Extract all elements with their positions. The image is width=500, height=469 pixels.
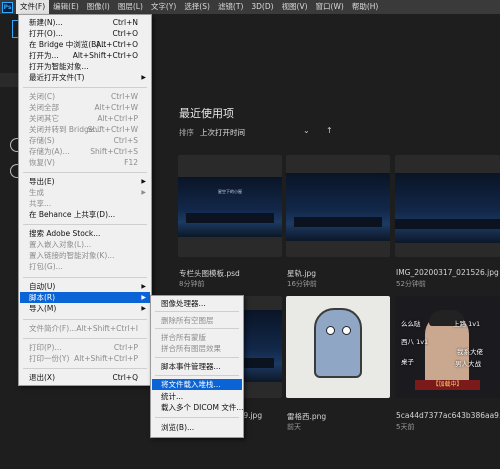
stream-screenshot-image: 么么哒 上路 1v1 西八 1v1 我系大佬 桌子 男人大战 【加载中】 bbox=[395, 296, 500, 398]
sort-label: 排序 bbox=[179, 128, 194, 137]
file-time: 5天前 bbox=[396, 423, 415, 431]
menu-item-file-info[interactable]: 文件简介(F)... Alt+Shift+Ctrl+I bbox=[20, 323, 150, 334]
menu-3d[interactable]: 3D(D) bbox=[247, 0, 277, 14]
file-time: 52分钟前 bbox=[396, 280, 426, 288]
menu-divider bbox=[155, 311, 239, 312]
recent-file-thumb[interactable]: 么么哒 上路 1v1 西八 1v1 我系大佬 桌子 男人大战 【加载中】 bbox=[395, 296, 500, 398]
file-menu: 新建(N)... Ctrl+N 打开(O)... Ctrl+O 在 Bridge 中… bbox=[18, 14, 152, 386]
file-time: 16分钟前 bbox=[287, 280, 317, 288]
menu-item-import[interactable]: 导入(M) ▶ bbox=[20, 303, 150, 314]
menu-item-place-linked[interactable]: 置入链接的智能对象(K)... bbox=[20, 250, 150, 261]
scripts-submenu: 图像处理器... 删除所有空图层 拼合所有蒙版 拼合所有图层效果 脚本事件管理器… bbox=[150, 295, 244, 438]
menu-divider bbox=[23, 224, 147, 225]
recent-file-thumb[interactable]: 星空下的小屋 bbox=[178, 155, 282, 257]
submenu-arrow-icon: ▶ bbox=[141, 189, 146, 196]
menu-layer[interactable]: 图层(L) bbox=[114, 0, 147, 14]
file-time: 8分钟前 bbox=[179, 280, 205, 288]
menu-item-load-dicom[interactable]: 载入多个 DICOM 文件... bbox=[152, 402, 244, 413]
recent-file-thumb[interactable] bbox=[286, 296, 390, 398]
menu-item-close-all[interactable]: 关闭全部 Alt+Ctrl+W bbox=[20, 102, 150, 113]
menu-divider bbox=[23, 319, 147, 320]
photoshop-logo-icon: Ps bbox=[2, 1, 13, 13]
menu-item-browse[interactable]: 浏览(B)... bbox=[152, 422, 242, 433]
menu-item-close-go-bridge[interactable]: 关闭并转到 Bridge... Shift+Ctrl+W bbox=[20, 124, 150, 135]
recent-file-thumb[interactable] bbox=[286, 155, 390, 257]
menu-divider bbox=[23, 338, 147, 339]
menu-item-recent-files[interactable]: 最近打开文件(T) ▶ bbox=[20, 72, 150, 83]
cartoon-dog-image bbox=[286, 296, 390, 398]
menubar: Ps 文件(F) 编辑(E) 图像(I) 图层(L) 文字(Y) 选择(S) 滤… bbox=[0, 0, 500, 14]
menu-divider bbox=[155, 357, 239, 358]
menu-type[interactable]: 文字(Y) bbox=[147, 0, 180, 14]
night-photo-image bbox=[395, 173, 500, 243]
recent-title: 最近使用项 bbox=[179, 107, 234, 120]
menu-item-open[interactable]: 打开(O)... Ctrl+O bbox=[20, 28, 150, 39]
menu-filter[interactable]: 滤镜(T) bbox=[214, 0, 247, 14]
menu-item-save[interactable]: 存储(S) Ctrl+S bbox=[20, 135, 150, 146]
menu-item-new[interactable]: 新建(N)... Ctrl+N bbox=[20, 17, 150, 28]
file-name[interactable]: IMG_20200317_021526.jpg bbox=[396, 268, 499, 277]
menu-divider bbox=[155, 375, 239, 376]
chevron-down-icon[interactable]: ⌄ bbox=[303, 126, 310, 135]
menu-item-flatten-layer-effects[interactable]: 拼合所有图层效果 bbox=[152, 343, 242, 354]
menu-divider bbox=[155, 328, 239, 329]
menu-item-generate[interactable]: 生成 ▶ bbox=[20, 187, 150, 198]
sort-direction-icon[interactable]: ↑ bbox=[326, 126, 333, 135]
menu-item-print-one-copy[interactable]: 打印一份(Y) Alt+Shift+Ctrl+P bbox=[20, 353, 150, 364]
sort-row: 排序 上次打开时间 ⌄ ↑ bbox=[179, 126, 333, 138]
menu-item-open-as[interactable]: 打开为... Alt+Shift+Ctrl+O bbox=[20, 50, 150, 61]
menu-file[interactable]: 文件(F) bbox=[16, 0, 50, 14]
menu-item-delete-empty-layers[interactable]: 删除所有空图层 bbox=[152, 315, 242, 326]
menu-item-scripts[interactable]: 脚本(R) ▶ bbox=[20, 292, 150, 303]
file-name[interactable]: 5ca44d7377ac643b386aa9... bbox=[396, 411, 500, 420]
menu-item-flatten-masks[interactable]: 拼合所有蒙版 bbox=[152, 332, 242, 343]
file-name[interactable]: 星轨.jpg bbox=[287, 268, 316, 279]
menu-divider bbox=[23, 277, 147, 278]
menu-window[interactable]: 窗口(W) bbox=[312, 0, 348, 14]
menu-item-script-events-manager[interactable]: 脚本事件管理器... bbox=[152, 361, 242, 372]
file-time: 前天 bbox=[287, 423, 301, 431]
file-name[interactable]: 雷格西.png bbox=[287, 411, 326, 422]
submenu-arrow-icon: ▶ bbox=[141, 178, 146, 185]
menu-item-export[interactable]: 导出(E) ▶ bbox=[20, 176, 150, 187]
menu-divider bbox=[23, 87, 147, 88]
menu-select[interactable]: 选择(S) bbox=[180, 0, 214, 14]
menu-item-share[interactable]: 共享... bbox=[20, 198, 150, 209]
menu-divider bbox=[23, 172, 147, 173]
submenu-arrow-icon: ▶ bbox=[141, 294, 146, 301]
menu-item-place-embedded[interactable]: 置入嵌入对象(L)... bbox=[20, 239, 150, 250]
menu-item-automate[interactable]: 自动(U) ▶ bbox=[20, 281, 150, 292]
menu-item-close[interactable]: 关闭(C) Ctrl+W bbox=[20, 91, 150, 102]
menu-item-search-stock[interactable]: 搜索 Adobe Stock... bbox=[20, 228, 150, 239]
menu-item-exit[interactable]: 退出(X) Ctrl+Q bbox=[20, 372, 150, 383]
submenu-arrow-icon: ▶ bbox=[141, 74, 146, 81]
night-sky-image: 星空下的小屋 bbox=[178, 177, 282, 237]
menu-item-package[interactable]: 打包(G)... bbox=[20, 261, 150, 272]
menu-view[interactable]: 视图(V) bbox=[278, 0, 312, 14]
sort-select[interactable]: 上次打开时间 bbox=[200, 127, 245, 138]
file-name[interactable]: 专栏头图模板.psd bbox=[179, 268, 240, 279]
menu-item-print[interactable]: 打印(P)... Ctrl+P bbox=[20, 342, 150, 353]
menu-divider bbox=[23, 368, 147, 369]
menu-item-save-as[interactable]: 存储为(A)... Shift+Ctrl+S bbox=[20, 146, 150, 157]
menu-item-revert[interactable]: 恢复(V) F12 bbox=[20, 157, 150, 168]
menu-divider bbox=[155, 417, 239, 418]
menu-item-open-smart-object[interactable]: 打开为智能对象... bbox=[20, 61, 150, 72]
star-trail-image bbox=[286, 173, 390, 241]
menu-item-browse-bridge[interactable]: 在 Bridge 中浏览(B)... Alt+Ctrl+O bbox=[20, 39, 150, 50]
sidebar-open-button-icon[interactable] bbox=[10, 164, 18, 178]
sidebar-new-button-icon[interactable] bbox=[10, 138, 18, 152]
thumb-caption: 星空下的小屋 bbox=[218, 189, 242, 194]
menu-item-statistics[interactable]: 统计... bbox=[152, 391, 242, 402]
menu-item-image-processor[interactable]: 图像处理器... bbox=[152, 298, 242, 309]
submenu-arrow-icon: ▶ bbox=[141, 283, 146, 290]
menu-item-close-others[interactable]: 关闭其它 Alt+Ctrl+P bbox=[20, 113, 150, 124]
menu-item-load-files-into-stack[interactable]: 将文件载入堆栈... bbox=[152, 379, 242, 390]
menu-help[interactable]: 帮助(H) bbox=[348, 0, 383, 14]
recent-file-thumb[interactable] bbox=[395, 155, 500, 257]
menu-item-share-behance[interactable]: 在 Behance 上共享(D)... bbox=[20, 209, 150, 220]
menu-image[interactable]: 图像(I) bbox=[83, 0, 114, 14]
menu-edit[interactable]: 编辑(E) bbox=[49, 0, 83, 14]
submenu-arrow-icon: ▶ bbox=[141, 305, 146, 312]
